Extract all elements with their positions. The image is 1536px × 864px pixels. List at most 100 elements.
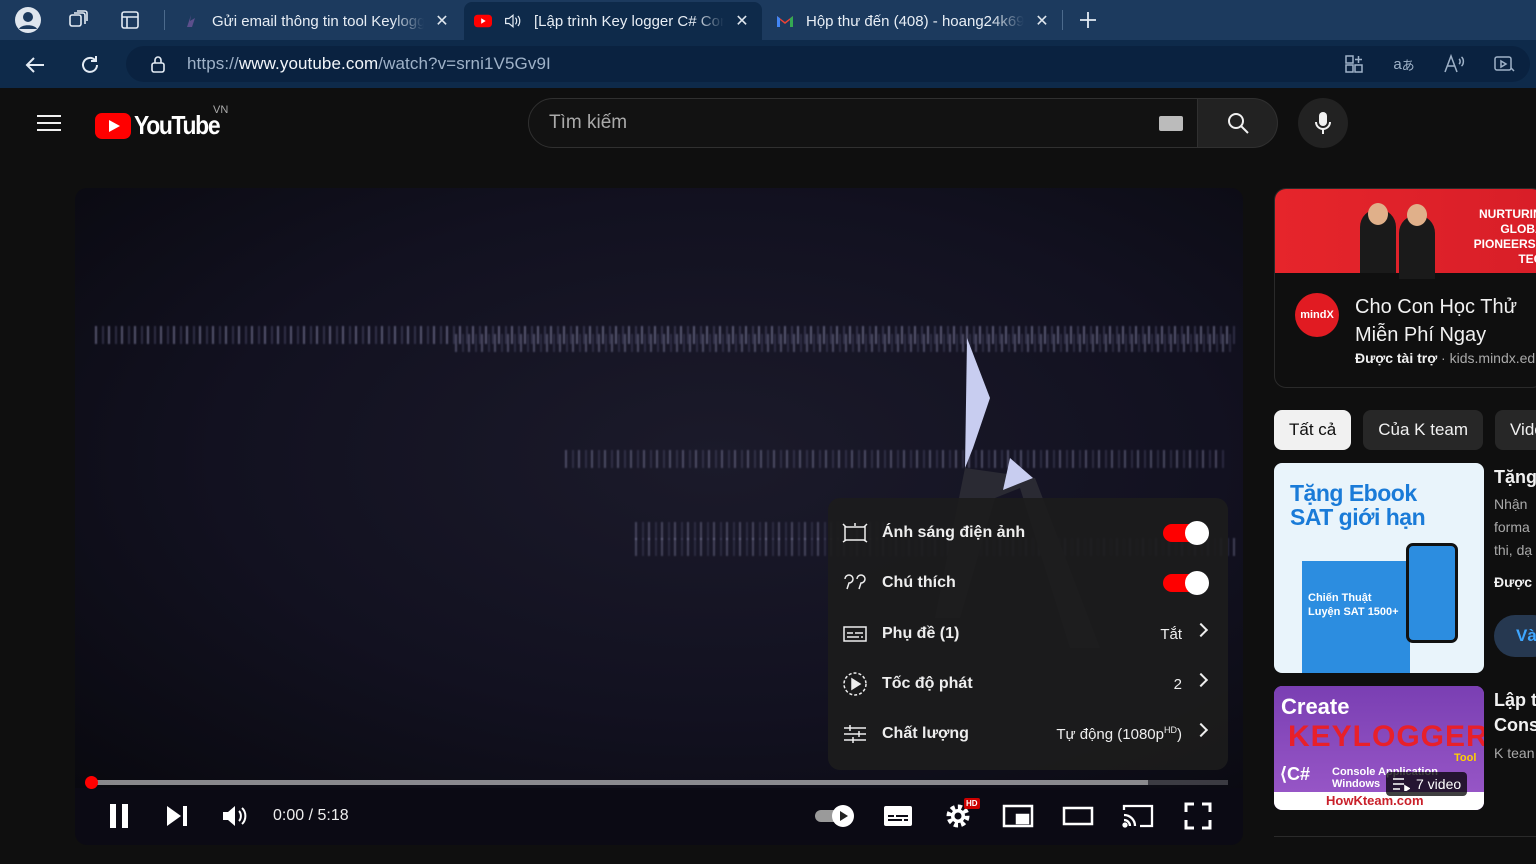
playlist-count-badge: 7 video <box>1386 772 1468 796</box>
voice-search-button[interactable] <box>1298 98 1348 148</box>
scrubber-handle[interactable] <box>85 776 98 789</box>
settings-item-label: Ánh sáng điện ảnh <box>882 524 1026 541</box>
app-available-icon[interactable] <box>1342 52 1366 76</box>
video-enhance-icon[interactable] <box>1492 52 1516 76</box>
phone-mockup <box>1406 543 1458 643</box>
back-arrow-icon[interactable] <box>20 50 50 80</box>
translate-icon[interactable]: aあ <box>1392 52 1416 76</box>
close-tab-icon[interactable]: ✕ <box>1032 11 1052 31</box>
time-display: 0:00 / 5:18 <box>273 807 349 824</box>
rec-description-line: Nhận <box>1494 496 1528 512</box>
workspaces-icon[interactable] <box>65 7 91 33</box>
ad-banner-image: NURTURING GLOBAL PIONEERS IN TECH <box>1275 189 1536 279</box>
chevron-right-icon <box>1193 622 1209 638</box>
tab-actions-icon[interactable] <box>117 7 143 33</box>
close-tab-icon[interactable]: ✕ <box>732 11 752 31</box>
thumbnail-heading: Tặng Ebook SAT giới hạn <box>1290 480 1426 530</box>
youtube-favicon-icon <box>474 12 492 30</box>
settings-button[interactable]: HD <box>940 798 980 834</box>
chip-all[interactable]: Tất cả <box>1274 410 1352 450</box>
tab-youtube-active[interactable]: [Lập trình Key logger C# Console] ✕ <box>464 2 762 40</box>
keylogger-playlist-thumbnail[interactable]: Create KEYLOGGER Tool ⟨C# Console Applic… <box>1274 686 1484 810</box>
thumbnail-text: KEYLOGGER <box>1288 720 1484 753</box>
advertiser-avatar[interactable]: mindX <box>1295 293 1339 337</box>
filter-chips: Tất cả Của K team Video <box>1274 410 1536 450</box>
buffered-bar <box>90 780 1149 785</box>
read-aloud-icon[interactable] <box>1442 52 1466 76</box>
microphone-icon <box>1315 112 1331 134</box>
video-frame-stripe <box>565 450 1225 468</box>
progress-bar[interactable] <box>85 776 1228 789</box>
address-bar[interactable]: https://www.youtube.com/watch?v=srni1V5G… <box>126 46 1530 82</box>
miniplayer-button[interactable] <box>1000 798 1036 834</box>
settings-ambient-mode[interactable]: Ánh sáng điện ảnh <box>828 509 1228 557</box>
player-settings-menu: Ánh sáng điện ảnh Chú thích Phụ đề (1) T… <box>828 498 1228 770</box>
captions-button[interactable] <box>880 798 916 834</box>
settings-item-value: Tắt <box>1160 625 1182 643</box>
keyboard-icon[interactable] <box>1159 116 1183 131</box>
ebook-cover: Chiến Thuật Luyện SAT 1500+ <box>1302 561 1410 673</box>
chip-from-channel[interactable]: Của K team <box>1363 410 1484 450</box>
rec-description-line: forma <box>1494 519 1530 535</box>
reload-icon[interactable] <box>75 50 105 80</box>
settings-item-value: Tự động (1080pHD) <box>1056 725 1182 743</box>
search-box[interactable]: Tìm kiếm <box>528 98 1198 148</box>
recommendation-item[interactable]: Tặng Ebook SAT giới hạn Chiến Thuật Luyệ… <box>1274 463 1536 673</box>
sidebar-divider <box>1274 836 1536 837</box>
volume-button[interactable] <box>217 798 253 834</box>
next-button[interactable] <box>159 798 195 834</box>
rec-channel: K tean <box>1494 745 1535 761</box>
settings-subtitles[interactable]: Phụ đề (1) Tắt <box>828 610 1228 658</box>
thumbnail-text: Windows <box>1332 778 1381 790</box>
sat-ebook-thumbnail[interactable]: Tặng Ebook SAT giới hạn Chiến Thuật Luyệ… <box>1274 463 1484 673</box>
close-tab-icon[interactable]: ✕ <box>432 11 452 31</box>
tab-gmail[interactable]: Hộp thư đến (408) - hoang24k69 ✕ <box>766 2 1062 40</box>
rec-description-line: thi, dạ <box>1494 542 1533 558</box>
ambient-mode-toggle[interactable] <box>1163 521 1209 545</box>
hamburger-menu-icon[interactable] <box>34 110 64 140</box>
new-tab-plus-icon[interactable] <box>1075 7 1101 33</box>
speaker-audio-icon[interactable] <box>504 12 522 30</box>
settings-item-value: 2 <box>1173 675 1182 693</box>
ad-title[interactable]: Cho Con Học Thử Miễn Phí Ngay <box>1355 293 1536 349</box>
fullscreen-icon <box>1184 802 1212 830</box>
chevron-right-icon <box>1193 722 1209 738</box>
tab-separator <box>1062 10 1063 30</box>
video-player[interactable]: Ánh sáng điện ảnh Chú thích Phụ đề (1) T… <box>75 188 1243 845</box>
ad-meta: Được tài trợ · kids.mindx.edu.vn <box>1355 350 1536 366</box>
k-team-favicon-icon <box>182 12 200 30</box>
tab-keylogger-email[interactable]: Gửi email thông tin tool Keylogger ✕ <box>172 2 462 40</box>
search-button[interactable] <box>1198 98 1278 148</box>
playback-speed-icon <box>828 671 882 697</box>
lock-icon[interactable] <box>146 52 170 76</box>
tab-title: Hộp thư đến (408) - hoang24k69 <box>806 12 1024 30</box>
rec-title: Tặng <box>1494 467 1536 487</box>
settings-annotations[interactable]: Chú thích <box>828 559 1228 607</box>
playlist-count: 7 video <box>1416 776 1462 792</box>
profile-avatar-icon[interactable] <box>15 7 41 33</box>
settings-playback-speed[interactable]: Tốc độ phát 2 <box>828 660 1228 708</box>
playlist-icon <box>1393 778 1410 791</box>
volume-icon <box>223 806 247 826</box>
browser-tab-strip: Gửi email thông tin tool Keylogger ✕ [Lậ… <box>0 0 1536 40</box>
playlist-item[interactable]: Create KEYLOGGER Tool ⟨C# Console Applic… <box>1274 686 1536 810</box>
settings-quality[interactable]: Chất lượng Tự động (1080pHD) <box>828 710 1228 758</box>
thumbnail-text: Tool <box>1454 752 1477 764</box>
thumbnail-text: Create <box>1281 694 1350 719</box>
fullscreen-button[interactable] <box>1180 798 1216 834</box>
annotations-toggle[interactable] <box>1163 571 1209 595</box>
rec-cta-button[interactable]: Và <box>1494 615 1536 657</box>
cast-icon <box>1122 804 1154 828</box>
cast-button[interactable] <box>1120 798 1156 834</box>
youtube-logo[interactable]: YouTube VN <box>95 104 231 141</box>
rec-sponsored-label: Được <box>1494 574 1532 590</box>
pause-icon <box>110 804 128 828</box>
theater-mode-button[interactable] <box>1060 798 1096 834</box>
autoplay-toggle[interactable] <box>813 798 859 834</box>
chip-videos[interactable]: Video <box>1495 410 1536 450</box>
theater-mode-icon <box>1062 806 1094 826</box>
youtube-play-logo-icon <box>95 112 131 139</box>
pause-button[interactable] <box>101 798 137 834</box>
sponsored-ad-card[interactable]: NURTURING GLOBAL PIONEERS IN TECH mindX … <box>1274 188 1536 388</box>
browser-toolbar: https://www.youtube.com/watch?v=srni1V5G… <box>0 40 1536 88</box>
